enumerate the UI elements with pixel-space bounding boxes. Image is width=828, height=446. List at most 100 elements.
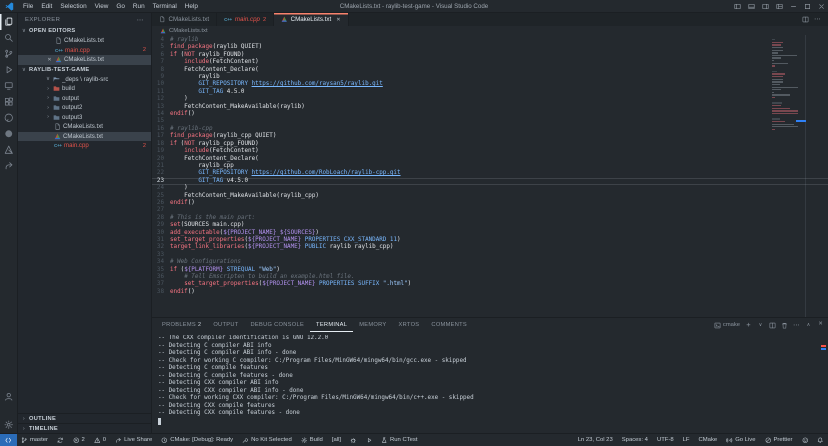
activity-extensions[interactable] [0, 94, 17, 110]
code-line-10[interactable]: 10 GIT_REPOSITORY https://github.com/ray… [152, 81, 828, 88]
tab-main.cpp[interactable]: C++main.cpp2 [217, 13, 274, 26]
activity-github[interactable] [0, 110, 17, 126]
code-line-8[interactable]: 8 FetchContent_Declare( [152, 67, 828, 74]
activity-cmake-tools[interactable] [0, 142, 17, 158]
sidebar-more-icon[interactable]: ⋯ [137, 16, 144, 24]
terminal-output[interactable]: -- The CXX compiler identification is GN… [158, 335, 818, 431]
breadcrumb[interactable]: CMakeLists.txt [152, 26, 828, 35]
go-live[interactable]: Go Live [722, 434, 760, 446]
code-line-34[interactable]: 34# Web Configurations [152, 259, 828, 266]
code-line-6[interactable]: 6if (NOT raylib_FOUND) [152, 52, 828, 59]
code-line-11[interactable]: 11 GIT_TAG 4.5.0 [152, 89, 828, 96]
activity-run-debug[interactable] [0, 62, 17, 78]
outline-section[interactable]: › OUTLINE [18, 413, 151, 423]
menu-go[interactable]: Go [112, 3, 129, 10]
code-line-33[interactable]: 33 [152, 252, 828, 259]
code-line-20[interactable]: 20 FetchContent_Declare( [152, 156, 828, 163]
menu-help[interactable]: Help [181, 3, 202, 10]
launch-target[interactable] [361, 434, 377, 446]
activity-settings-gear[interactable] [0, 417, 17, 433]
code-line-19[interactable]: 19 include(FetchContent) [152, 148, 828, 155]
code-line-5[interactable]: 5find_package(raylib QUIET) [152, 44, 828, 51]
code-line-35[interactable]: 35if (${PLATFORM} STREQUAL "Web") [152, 267, 828, 274]
menu-file[interactable]: File [19, 3, 37, 10]
trash-icon[interactable] [781, 322, 788, 329]
minimize-button[interactable] [787, 0, 800, 12]
code-line-12[interactable]: 12 ) [152, 96, 828, 103]
build-target[interactable]: [all] [327, 434, 345, 446]
close-tab-icon[interactable]: ✕ [336, 17, 340, 23]
activity-live-circle[interactable] [0, 126, 17, 142]
problems-errors[interactable]: 2 [68, 434, 89, 446]
problems-warnings[interactable]: 0 [89, 434, 110, 446]
workspace-root-header[interactable]: ∨ RAYLIB-TEST-GAME [18, 65, 151, 75]
plus-icon[interactable]: + [745, 322, 752, 329]
tree-item-build[interactable]: ›build [18, 84, 151, 94]
tree-item-cmakelists-txt[interactable]: CMakeLists.txt [18, 122, 151, 132]
panel-tab-memory[interactable]: MEMORY [353, 318, 392, 332]
layout-toggle-button[interactable] [773, 0, 786, 12]
code-line-15[interactable]: 15 [152, 118, 828, 125]
panel-tab-output[interactable]: OUTPUT [207, 318, 244, 332]
cmake-variant[interactable]: CMake: [Debug]: Ready [157, 434, 238, 446]
maximize-button[interactable] [801, 0, 814, 12]
cursor-position[interactable]: Ln 23, Col 23 [573, 434, 617, 446]
more-icon[interactable]: ⋯ [793, 322, 800, 329]
layout-secondary-button[interactable] [759, 0, 772, 12]
encoding[interactable]: UTF-8 [652, 434, 678, 446]
activity-explorer[interactable] [0, 14, 17, 30]
code-line-32[interactable]: 32target_link_libraries(${PROJECT_NAME} … [152, 244, 828, 251]
remote-indicator[interactable] [0, 434, 17, 446]
menu-run[interactable]: Run [129, 3, 149, 10]
panel-tab-debug-console[interactable]: DEBUG CONSOLE [245, 318, 311, 332]
code-line-37[interactable]: 37 set_target_properties(${PROJECT_NAME}… [152, 281, 828, 288]
timeline-section[interactable]: › TIMELINE [18, 423, 151, 433]
code-line-30[interactable]: 30add_executable(${PROJECT_NAME} ${SOURC… [152, 230, 828, 237]
code-line-4[interactable]: 4# raylib [152, 37, 828, 44]
layout-sidebar-button[interactable] [731, 0, 744, 12]
code-line-36[interactable]: 36 # Tell Emscripten to build an example… [152, 274, 828, 281]
activity-remote-explorer[interactable] [0, 78, 17, 94]
code-editor[interactable]: 4# raylib5find_package(raylib QUIET)6if … [152, 35, 828, 317]
close-window-button[interactable] [815, 0, 828, 12]
code-line-16[interactable]: 16# raylib-cpp [152, 126, 828, 133]
code-line-28[interactable]: 28# This is the main part: [152, 215, 828, 222]
tree-item-output3[interactable]: ›output3 [18, 113, 151, 123]
code-line-9[interactable]: 9 raylib [152, 74, 828, 81]
code-line-27[interactable]: 27 [152, 207, 828, 214]
tree-item--deps-raylib-src[interactable]: ∨_deps \ raylib-src [18, 75, 151, 85]
menu-selection[interactable]: Selection [56, 3, 90, 10]
code-line-23[interactable]: 23 GIT_TAG v4.5.0 [152, 178, 828, 185]
cmake-kit[interactable]: No Kit Selected [238, 434, 297, 446]
panel-tab-xrtos[interactable]: XRTOS [393, 318, 426, 332]
panel-tab-problems[interactable]: PROBLEMS2 [156, 318, 207, 332]
minimap[interactable] [772, 39, 800, 131]
tab-cmakelists.txt[interactable]: CMakeLists.txt [152, 13, 217, 26]
menu-edit[interactable]: Edit [37, 3, 56, 10]
run-ctest[interactable]: Run CTest [377, 434, 423, 446]
split-editor-icon[interactable] [802, 16, 809, 23]
tree-item-output[interactable]: ›output [18, 94, 151, 104]
code-line-22[interactable]: 22 GIT_REPOSITORY https://github.com/Rob… [152, 170, 828, 177]
menu-terminal[interactable]: Terminal [149, 3, 181, 10]
cmake-build[interactable]: Build [296, 434, 327, 446]
indentation[interactable]: Spaces: 4 [617, 434, 652, 446]
prettier[interactable]: Prettier [760, 434, 797, 446]
language-mode[interactable]: CMake [694, 434, 722, 446]
code-line-7[interactable]: 7 include(FetchContent) [152, 59, 828, 66]
terminal-profile[interactable]: cmake [714, 322, 740, 329]
code-line-17[interactable]: 17find_package(raylib_cpp QUIET) [152, 133, 828, 140]
chevron-up-small-icon[interactable]: ∧ [805, 322, 812, 329]
code-line-26[interactable]: 26endif() [152, 200, 828, 207]
open-editor-item[interactable]: ✕CMakeLists.txt [18, 55, 151, 65]
activity-live-share[interactable] [0, 158, 17, 174]
panel-tab-comments[interactable]: COMMENTS [425, 318, 473, 332]
close-icon[interactable]: ✕ [817, 322, 824, 329]
layout-panel-button[interactable] [745, 0, 758, 12]
panel-tab-terminal[interactable]: TERMINAL [310, 318, 353, 332]
code-line-24[interactable]: 24 ) [152, 185, 828, 192]
code-line-21[interactable]: 21 raylib_cpp [152, 163, 828, 170]
eol[interactable]: LF [678, 434, 694, 446]
editor-more-actions-icon[interactable]: ⋯ [814, 16, 821, 23]
git-sync[interactable] [53, 434, 69, 446]
